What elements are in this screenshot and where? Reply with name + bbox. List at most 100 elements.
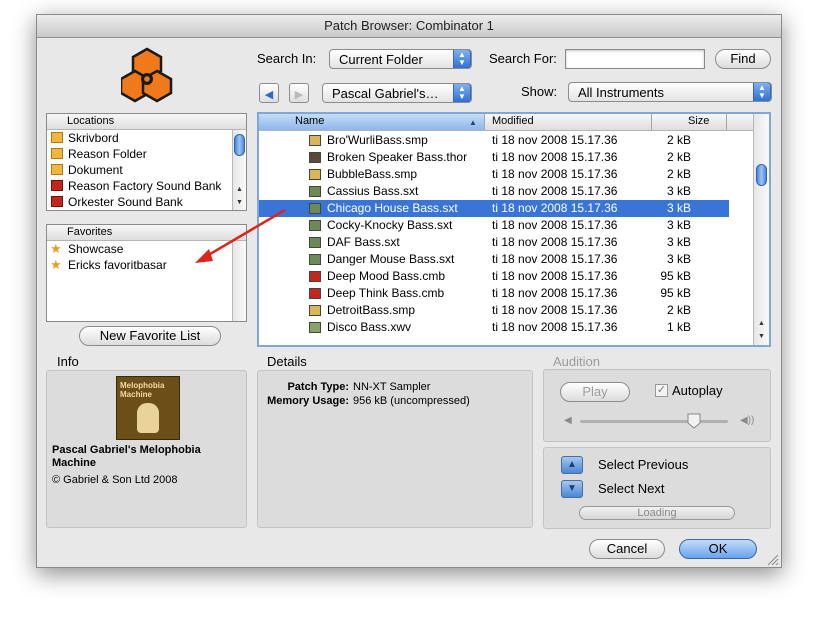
- volume-slider-knob[interactable]: [687, 413, 701, 429]
- search-for-input[interactable]: [565, 49, 705, 69]
- find-button[interactable]: Find: [715, 49, 771, 69]
- patch-file-icon: [309, 203, 321, 214]
- file-list-scrollbar[interactable]: ▲ ▼: [753, 114, 769, 345]
- play-button[interactable]: Play: [560, 382, 630, 402]
- select-previous-button[interactable]: ▲: [561, 456, 583, 474]
- location-label: Reason Folder: [68, 147, 147, 161]
- file-modified: ti 18 nov 2008 15.17.36: [492, 269, 618, 283]
- file-modified: ti 18 nov 2008 15.17.36: [492, 252, 618, 266]
- select-next-label: Select Next: [598, 481, 665, 496]
- file-name: Deep Think Bass.cmb: [327, 286, 445, 300]
- memory-usage-value: 956 kB (uncompressed): [353, 395, 470, 407]
- search-in-label: Search In:: [257, 51, 317, 66]
- copyright-text: © Gabriel & Son Ltd 2008: [52, 474, 178, 486]
- file-size: 3 kB: [666, 201, 691, 215]
- file-modified: ti 18 nov 2008 15.17.36: [492, 235, 618, 249]
- documents-folder-icon: [51, 164, 63, 175]
- patch-file-icon: [309, 152, 321, 163]
- patch-browser-window: Patch Browser: Combinator 1 Search In: C…: [36, 14, 782, 568]
- scroll-up-icon[interactable]: ▲: [755, 318, 768, 330]
- memory-usage-label: Memory Usage:: [267, 395, 349, 407]
- file-modified: ti 18 nov 2008 15.17.36: [492, 167, 618, 181]
- back-button[interactable]: ◀: [259, 83, 279, 103]
- column-size[interactable]: Size: [652, 114, 727, 130]
- file-row[interactable]: Broken Speaker Bass.thor ti 18 nov 2008 1…: [259, 149, 729, 166]
- file-row[interactable]: Deep Think Bass.cmb ti 18 nov 2008 15.17.…: [259, 285, 729, 302]
- search-in-popup[interactable]: Current Folder ▲ ▼: [329, 49, 472, 69]
- column-name[interactable]: Name ▲: [259, 114, 485, 130]
- file-row[interactable]: Chicago House Bass.sxt ti 18 nov 2008 15.…: [259, 200, 729, 217]
- file-row[interactable]: DAF Bass.sxt ti 18 nov 2008 15.17.36 3 kB: [259, 234, 729, 251]
- file-size: 95 kB: [660, 286, 691, 300]
- locations-scrollbar[interactable]: ▲ ▼: [232, 130, 246, 210]
- ok-button[interactable]: OK: [679, 539, 757, 559]
- file-row[interactable]: Disco Bass.xwv ti 18 nov 2008 15.17.36 1 k…: [259, 319, 729, 336]
- volume-slider-track[interactable]: [580, 420, 728, 423]
- info-title: Info: [57, 354, 79, 369]
- file-size: 2 kB: [666, 150, 691, 164]
- file-modified: ti 18 nov 2008 15.17.36: [492, 201, 618, 215]
- column-modified-label: Modified: [492, 115, 534, 127]
- file-modified: ti 18 nov 2008 15.17.36: [492, 218, 618, 232]
- column-modified[interactable]: Modified: [485, 114, 652, 130]
- file-row[interactable]: DetroitBass.smp ti 18 nov 2008 15.17.36 2 …: [259, 302, 729, 319]
- patch-file-icon: [309, 169, 321, 180]
- folder-popup[interactable]: Pascal Gabriel's… ▲ ▼: [322, 83, 472, 103]
- favorite-label: Showcase: [68, 242, 124, 256]
- file-name: Deep Mood Bass.cmb: [327, 269, 446, 283]
- scroll-thumb[interactable]: [756, 164, 767, 186]
- file-size: 3 kB: [666, 218, 691, 232]
- file-name: DAF Bass.sxt: [327, 235, 400, 249]
- patch-type-label: Patch Type:: [287, 381, 349, 393]
- location-label: Reason Factory Sound Bank: [68, 179, 222, 193]
- arrow-down-icon: ▼: [567, 483, 577, 494]
- desktop-folder-icon: [51, 132, 63, 143]
- new-favorite-list-button[interactable]: New Favorite List: [79, 326, 221, 346]
- forward-arrow-icon: ▶: [294, 89, 304, 101]
- location-item[interactable]: Skrivbord: [47, 130, 246, 146]
- search-in-value: Current Folder: [339, 52, 423, 67]
- star-icon: ★: [50, 257, 62, 272]
- forward-button[interactable]: ▶: [289, 83, 309, 103]
- folder-popup-value: Pascal Gabriel's…: [332, 86, 439, 101]
- file-row[interactable]: Bro'WurliBass.smp ti 18 nov 2008 15.17.36…: [259, 132, 729, 149]
- autoplay-checkbox[interactable]: ✓: [655, 384, 668, 397]
- file-modified: ti 18 nov 2008 15.17.36: [492, 133, 618, 147]
- scroll-thumb[interactable]: [234, 134, 245, 156]
- details-title: Details: [267, 354, 307, 369]
- file-rows: Bro'WurliBass.smp ti 18 nov 2008 15.17.36…: [259, 132, 755, 345]
- file-name: Broken Speaker Bass.thor: [327, 150, 468, 164]
- scroll-down-icon[interactable]: ▼: [755, 331, 768, 343]
- patch-file-icon: [309, 220, 321, 231]
- column-name-label: Name: [295, 115, 325, 127]
- file-name: Cocky-Knocky Bass.sxt: [327, 218, 453, 232]
- sort-ascending-icon: ▲: [469, 118, 477, 127]
- file-row[interactable]: Danger Mouse Bass.sxt ti 18 nov 2008 15.1…: [259, 251, 729, 268]
- show-value: All Instruments: [578, 85, 664, 100]
- resize-grip-icon[interactable]: [766, 553, 779, 566]
- album-art-text: Melophobia Machine: [120, 381, 165, 399]
- popup-arrows-icon: ▲ ▼: [753, 83, 771, 101]
- show-popup[interactable]: All Instruments ▲ ▼: [568, 82, 772, 102]
- file-list-panel: Name ▲ Modified Size Bro'WurliBass.smp ti…: [257, 112, 771, 347]
- patch-type-value: NN-XT Sampler: [353, 381, 431, 393]
- file-modified: ti 18 nov 2008 15.17.36: [492, 184, 618, 198]
- file-row[interactable]: Cassius Bass.sxt ti 18 nov 2008 15.17.36 3…: [259, 183, 729, 200]
- file-row[interactable]: Deep Mood Bass.cmb ti 18 nov 2008 15.17.3…: [259, 268, 729, 285]
- scroll-up-icon[interactable]: ▲: [233, 184, 246, 196]
- file-size: 2 kB: [666, 167, 691, 181]
- file-row[interactable]: Cocky-Knocky Bass.sxt ti 18 nov 2008 15.1…: [259, 217, 729, 234]
- file-size: 3 kB: [666, 252, 691, 266]
- location-item[interactable]: Reason Folder: [47, 146, 246, 162]
- locations-panel: Locations Skrivbord Reason Folder Dokume…: [46, 113, 247, 211]
- location-item[interactable]: Dokument: [47, 162, 246, 178]
- back-arrow-icon: ◀: [264, 89, 274, 101]
- location-item[interactable]: Reason Factory Sound Bank: [47, 178, 246, 194]
- autoplay-label: Autoplay: [672, 383, 723, 398]
- album-art-figure: [137, 403, 159, 433]
- select-next-button[interactable]: ▼: [561, 480, 583, 498]
- file-row[interactable]: BubbleBass.smp ti 18 nov 2008 15.17.36 2 k…: [259, 166, 729, 183]
- soundbank-icon: [51, 196, 63, 207]
- search-for-label: Search For:: [489, 51, 557, 66]
- cancel-button[interactable]: Cancel: [589, 539, 665, 559]
